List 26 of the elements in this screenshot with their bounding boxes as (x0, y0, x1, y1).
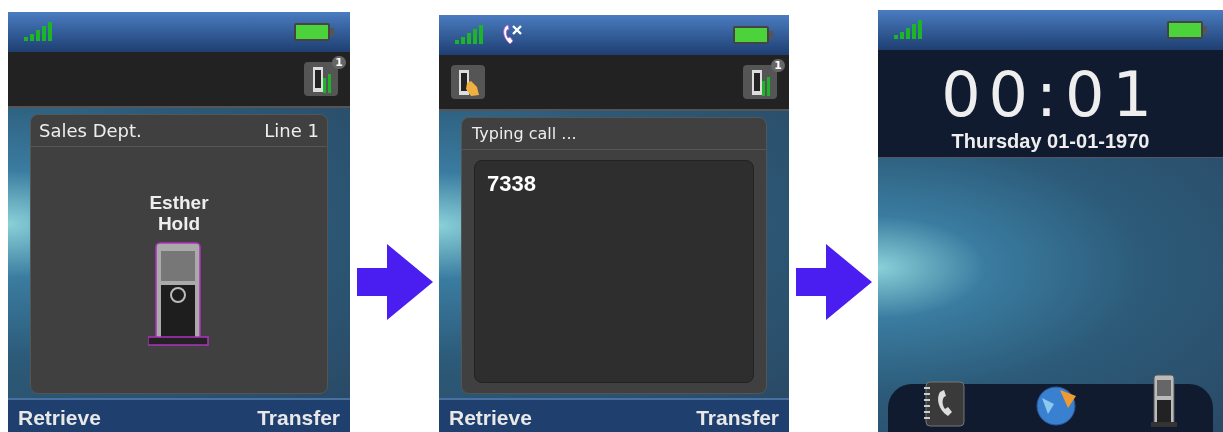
battery-icon (1167, 21, 1207, 39)
clock-date: Thursday 01-01-1970 (951, 130, 1150, 153)
count-badge: 1 (332, 56, 346, 69)
soft-key-button[interactable]: Retrieve (447, 404, 534, 432)
battery-icon (294, 23, 334, 41)
battery-icon (733, 26, 773, 44)
soft-key-button[interactable]: Transfer (694, 404, 781, 432)
handset-icon (148, 240, 210, 347)
call-state: Hold (156, 214, 202, 235)
handset-bars-icon (304, 62, 338, 96)
handset-icon[interactable] (1148, 374, 1179, 428)
count-badge: 1 (771, 59, 785, 72)
handset-bars-icon (743, 65, 777, 99)
clock-time: 00:01 (941, 60, 1160, 130)
arrow-icon (795, 244, 872, 320)
dial-title: Typing call ... (462, 118, 766, 150)
handset-pointer-icon (451, 65, 485, 99)
soft-key-button[interactable]: Retrieve (16, 404, 103, 432)
arrow-icon (356, 244, 433, 320)
phonebook-icon[interactable] (922, 380, 967, 428)
soft-key-button[interactable]: Transfer (255, 404, 342, 432)
line-label: Line 1 (264, 120, 319, 141)
number-field[interactable]: 7338 (474, 160, 754, 383)
contact-name: Esther (149, 193, 209, 214)
caller-id: Sales Dept. (39, 120, 142, 141)
missed-call-icon (501, 24, 523, 46)
